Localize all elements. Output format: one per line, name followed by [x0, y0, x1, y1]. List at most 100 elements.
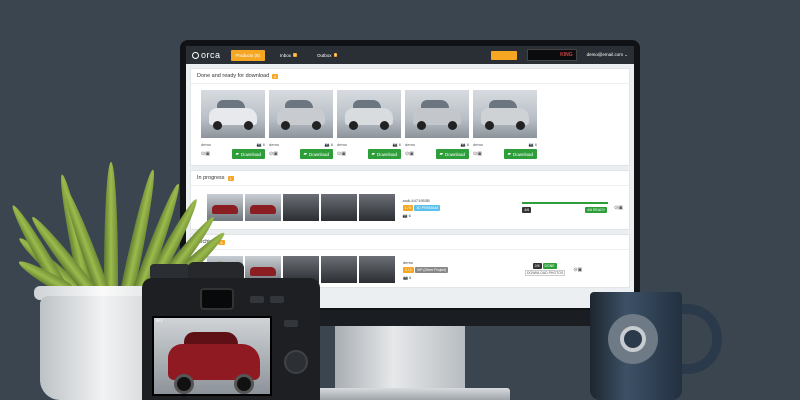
progress-photo — [358, 194, 395, 221]
car-wheel — [448, 121, 457, 130]
download-label: Download — [376, 151, 397, 157]
camera-button — [284, 320, 298, 327]
card-tools[interactable]: ⊙▣ — [269, 151, 278, 157]
image-icon[interactable]: ▣ — [409, 151, 414, 157]
nav-inbox-badge: 1 — [293, 53, 297, 57]
progress-tag-product: 3D PREMIUM — [414, 204, 441, 211]
camera-icon: 📷 — [460, 142, 466, 147]
progress-section-title: In progress — [197, 175, 225, 181]
mug-logo — [608, 314, 658, 364]
nav-inbox[interactable]: Inbox 1 — [275, 50, 302, 61]
app-logo[interactable]: orca — [192, 50, 221, 60]
card-photo-count: 6 — [330, 142, 333, 147]
car-wheel — [244, 121, 253, 130]
folder-icon: ▰ — [439, 151, 443, 156]
download-label: Download — [308, 151, 329, 157]
car-shape — [250, 267, 276, 276]
card-actions: ⊙▣ ▰ Download — [405, 149, 469, 159]
camera-button — [270, 296, 284, 303]
camera-icon: 📷 — [403, 274, 408, 280]
chevron-down-icon: ⌄ — [624, 52, 628, 57]
card-tools[interactable]: ⊙▣ — [337, 151, 346, 157]
card-actions: ⊙▣ ▰ Download — [337, 149, 401, 159]
card-photo-count-wrap: 📷 6 — [461, 142, 469, 147]
archive-download-label[interactable]: DOWNLOAD PHOTOS — [525, 270, 566, 276]
car-wheel — [281, 121, 290, 130]
folder-icon: ▰ — [235, 151, 239, 156]
progress-labels: 4/6 4/6 READY — [522, 207, 608, 213]
nav-inbox-label: Inbox — [280, 52, 292, 58]
progress-section-header: In progress 1 — [191, 171, 629, 186]
archive-tag-count: 1 / 1 — [403, 266, 414, 273]
card-actions: ⊙▣ ▰ Download — [473, 149, 537, 159]
car-wheel — [380, 121, 389, 130]
done-card[interactable]: demo 📷 6 ⊙▣ ▰ Download — [201, 90, 265, 159]
card-photo-count: 6 — [262, 142, 265, 147]
card-name: demo — [201, 142, 212, 147]
done-card[interactable]: demo 📷 6 ⊙▣ ▰ Download — [405, 90, 469, 159]
archive-section-header: Archive 4 — [191, 235, 629, 250]
card-meta: demo 📷 6 — [405, 142, 469, 147]
car-wheel — [417, 121, 426, 130]
download-button[interactable]: ▰ Download — [299, 149, 333, 159]
done-section-count: 5 — [272, 73, 279, 79]
done-card[interactable]: demo 📷 6 ⊙▣ ▰ Download — [269, 90, 333, 159]
car-photo[interactable] — [201, 90, 265, 138]
folder-icon: ▰ — [507, 151, 511, 156]
progress-item-actions[interactable]: ⊙▣ — [614, 205, 623, 211]
monitor-stand — [335, 326, 465, 392]
nav-products[interactable]: Products (8) — [230, 49, 266, 61]
car-photo[interactable] — [405, 90, 469, 138]
archive-item-info: demo 1 / 1 VIP (Other Project) 📷 6 — [403, 260, 503, 280]
card-name: demo — [473, 142, 484, 147]
car-shape — [212, 205, 238, 214]
archive-item-name: demo — [403, 259, 414, 265]
archive-item-actions[interactable]: ⊙▣ — [573, 267, 582, 273]
progress-tag-count: 1 / 5 — [402, 204, 414, 211]
download-button[interactable]: ▰ Download — [435, 149, 469, 159]
card-meta: demo 📷 6 — [201, 142, 265, 147]
progress-bar-fill — [522, 202, 609, 204]
app-screen: orca Products (8) Inbox 1 Outbox 9 KING … — [186, 46, 634, 308]
lcd-car-wheel — [174, 374, 194, 394]
camera-icon: 📷 — [402, 212, 408, 218]
car-shape — [249, 205, 276, 214]
camera-dpad — [284, 350, 308, 374]
card-photo-count-wrap: 📷 6 — [529, 142, 537, 147]
archive-photo — [321, 256, 357, 283]
image-icon[interactable]: ▣ — [341, 151, 346, 157]
camera-button — [250, 296, 264, 303]
image-icon[interactable]: ▣ — [578, 267, 583, 273]
download-button[interactable]: ▰ Download — [367, 149, 401, 159]
progress-item-info: audi-4471953B 1 / 5 3D PREMIUM 📷 6 — [402, 198, 503, 218]
image-icon[interactable]: ▣ — [273, 151, 278, 157]
download-label: Download — [444, 151, 465, 157]
car-photo[interactable] — [269, 90, 333, 138]
archive-photo-count: 6 — [409, 274, 412, 280]
download-button[interactable]: ▰ Download — [503, 149, 537, 159]
done-section-title: Done and ready for download — [197, 73, 270, 79]
progress-photo — [282, 194, 319, 221]
header-action-button[interactable] — [490, 50, 517, 60]
nav-outbox[interactable]: Outbox 9 — [312, 50, 342, 61]
card-tools[interactable]: ⊙▣ — [473, 151, 482, 157]
car-photo[interactable] — [337, 90, 401, 138]
download-label: Download — [240, 151, 261, 157]
car-photo[interactable] — [473, 90, 537, 138]
dealer-brand-text: KING — [560, 52, 573, 58]
download-button[interactable]: ▰ Download — [231, 149, 265, 159]
image-icon[interactable]: ▣ — [477, 151, 482, 157]
image-icon[interactable]: ▣ — [618, 205, 623, 211]
app-header: orca Products (8) Inbox 1 Outbox 9 KING … — [186, 46, 634, 64]
archive-photo — [359, 256, 395, 283]
card-tools[interactable]: ⊙▣ — [201, 151, 210, 157]
archive-status-done: DONE — [542, 263, 557, 269]
user-menu[interactable]: demo@email.com ⌄ — [587, 52, 628, 58]
card-tools[interactable]: ⊙▣ — [405, 151, 414, 157]
progress-item[interactable]: audi-4471953B 1 / 5 3D PREMIUM 📷 6 4/6 4… — [191, 186, 629, 229]
done-card[interactable]: demo 📷 6 ⊙▣ ▰ Download — [337, 90, 401, 159]
image-icon[interactable]: ▣ — [205, 151, 210, 157]
plant-leaf — [104, 162, 118, 292]
download-label: Download — [512, 151, 533, 157]
done-card[interactable]: demo 📷 6 ⊙▣ ▰ Download — [473, 90, 537, 159]
